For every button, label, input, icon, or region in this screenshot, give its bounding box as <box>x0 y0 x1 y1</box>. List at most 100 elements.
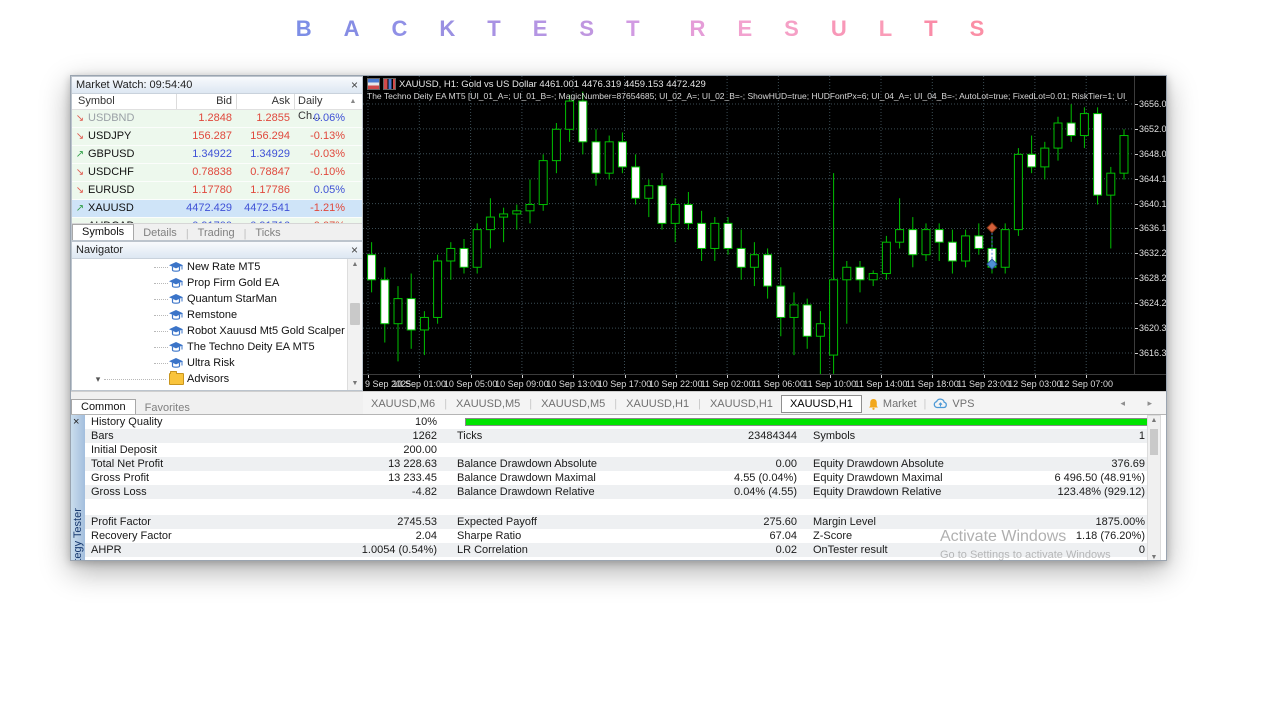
column-ask[interactable]: Ask <box>236 94 294 109</box>
time-label: 10 Sep 01:00 <box>392 379 447 389</box>
tester-value: 2745.53 <box>397 516 437 528</box>
tree-guide <box>154 346 168 348</box>
tester-value: 10% <box>414 416 437 428</box>
navigator-item[interactable]: Prop Firm Gold EA <box>72 275 348 291</box>
market-watch-row[interactable]: ↘ USDCHF 0.78838 0.78847 -0.10% <box>72 164 362 182</box>
tester-value: 0.04% (4.55) <box>734 486 797 498</box>
time-tick <box>368 375 369 378</box>
tester-row[interactable] <box>85 499 1147 515</box>
chart-type-icon[interactable] <box>383 78 396 90</box>
strategy-tester-strip[interactable]: × Strategy Tester <box>71 415 85 560</box>
market-watch-row[interactable]: ↘ USDJPY 156.287 156.294 -0.13% <box>72 128 362 146</box>
price-tick <box>1135 203 1138 205</box>
scroll-spacer <box>348 110 362 127</box>
time-label: 11 Sep 10:00 <box>803 379 857 389</box>
candlestick-chart[interactable] <box>363 76 1134 374</box>
price-tick <box>1135 352 1138 354</box>
scroll-up-icon[interactable]: ▲ <box>348 259 362 271</box>
navigator-item[interactable]: Robot Xauusd Mt5 Gold Scalper <box>72 323 348 339</box>
chart-tab-0[interactable]: XAUUSD,M6 <box>363 396 443 412</box>
time-tick <box>521 375 523 378</box>
tester-row[interactable]: Total Net Profit 13 228.63 Balance Drawdow… <box>85 457 1147 471</box>
scroll-down-icon[interactable]: ▼ <box>348 378 362 390</box>
navigator-item-label: Robot Xauusd Mt5 Gold Scalper <box>187 325 345 337</box>
tester-row-history-quality[interactable]: History Quality 10% <box>85 415 1159 429</box>
tester-label: Balance Drawdown Absolute <box>457 458 598 470</box>
tab-market[interactable]: Market <box>862 398 923 410</box>
tab-favorites[interactable]: Favorites <box>136 401 199 415</box>
tab-details[interactable]: Details <box>134 226 186 240</box>
navigator-item[interactable]: Ultra Risk <box>72 355 348 371</box>
scroll-up-icon[interactable]: ▲ <box>1148 417 1160 424</box>
close-icon[interactable]: × <box>351 79 358 91</box>
mt5-window: Market Watch: 09:54:40 × Symbol Bid Ask … <box>70 75 1167 561</box>
scroll-thumb[interactable] <box>350 303 360 325</box>
chart-tab-2[interactable]: XAUUSD,M5 <box>533 396 613 412</box>
navigator-item[interactable]: The Techno Deity EA MT5 <box>72 339 348 355</box>
chart-tab-4[interactable]: XAUUSD,H1 <box>702 396 781 412</box>
close-icon[interactable]: × <box>73 416 79 428</box>
tab-symbols[interactable]: Symbols <box>72 224 135 240</box>
price-tick <box>1135 128 1138 130</box>
column-symbol[interactable]: Symbol <box>72 94 176 109</box>
title-letter: L <box>878 16 893 41</box>
market-watch-row[interactable]: ↘ USDBND 1.2848 1.2855 0.06% <box>72 110 362 128</box>
chart-tab-1[interactable]: XAUUSD,M5 <box>448 396 528 412</box>
tester-label: Profit Factor <box>91 516 151 528</box>
column-daily-change[interactable]: Daily Ch... <box>294 94 346 122</box>
time-tick <box>983 375 985 378</box>
close-icon[interactable]: × <box>351 244 358 256</box>
price-tick <box>1135 104 1138 105</box>
dom-icon[interactable] <box>367 78 380 90</box>
market-watch-row[interactable]: ↘ EURUSD 1.17780 1.17786 0.05% <box>72 182 362 200</box>
scroll-spacer <box>348 146 362 163</box>
title-letter: S <box>784 16 799 41</box>
price-label: 3636.180 <box>1139 223 1167 234</box>
column-bid[interactable]: Bid <box>176 94 236 109</box>
tab-vps[interactable]: VPS <box>927 398 980 410</box>
chart-tab-5[interactable]: XAUUSD,H1 <box>780 394 862 413</box>
tester-value: 0.00 <box>775 458 797 470</box>
tab-scroll-arrows[interactable]: ◂ ▸ <box>1120 398 1162 409</box>
price-scale[interactable]: 3656.030 3652.060 3648.090 3644.120 3640.150… <box>1134 76 1167 374</box>
navigator-scrollbar[interactable]: ▲ ▼ <box>347 259 362 390</box>
bid-value: 1.2848 <box>198 112 232 124</box>
navigator-item[interactable]: New Rate MT5 <box>72 259 348 275</box>
scroll-up-icon[interactable]: ▲ <box>346 94 360 109</box>
time-tick <box>727 375 729 378</box>
navigator-item[interactable]: Remstone <box>72 307 348 323</box>
chart-area[interactable]: XAUUSD, H1: Gold vs US Dollar 4461.001 4… <box>363 76 1167 392</box>
time-label: 11 Sep 23:00 <box>957 379 1011 389</box>
chart-header: XAUUSD, H1: Gold vs US Dollar 4461.001 4… <box>367 78 706 90</box>
market-tab-label: Market <box>882 397 917 410</box>
trend-down-icon: ↘ <box>75 113 85 124</box>
market-watch-row[interactable]: ↗ GBPUSD 1.34922 1.34929 -0.03% <box>72 146 362 164</box>
tester-row[interactable]: Gross Loss -4.82 Balance Drawdown Relative… <box>85 485 1147 499</box>
tester-row[interactable]: Initial Deposit 200.00 <box>85 443 1147 457</box>
price-label: 3640.150 <box>1139 198 1167 209</box>
navigator-item[interactable]: Quantum StarMan <box>72 291 348 307</box>
daily-change-value: -0.13% <box>310 130 345 142</box>
chevron-down-icon[interactable]: ▾ <box>92 371 104 387</box>
tester-row[interactable]: Gross Profit 13 233.45 Balance Drawdown Ma… <box>85 471 1147 485</box>
tab-common[interactable]: Common <box>71 399 136 415</box>
tester-scrollbar[interactable]: ▲ ▼ <box>1147 415 1161 560</box>
tester-label: History Quality <box>91 416 163 428</box>
tester-value: 376.69 <box>1111 458 1145 470</box>
time-axis[interactable]: 9 Sep 2025 10 Sep 01:00 10 Sep 05:00 10 Sep… <box>363 374 1166 392</box>
scroll-down-icon[interactable]: ▼ <box>1148 554 1160 560</box>
scroll-thumb[interactable] <box>1150 429 1158 455</box>
tab-trading[interactable]: Trading <box>189 226 244 240</box>
title-letter: T <box>924 16 938 41</box>
title-letter: E <box>532 16 548 41</box>
vps-tab-label: VPS <box>952 397 975 410</box>
tab-ticks[interactable]: Ticks <box>246 226 289 240</box>
price-label: 3648.090 <box>1139 148 1167 159</box>
chart-tab-3[interactable]: XAUUSD,H1 <box>618 396 697 412</box>
symbol-name: USDCHF <box>88 166 134 178</box>
tester-row[interactable]: Bars 1262 Ticks 23484344 Symbols 1 <box>85 429 1147 443</box>
price-tick <box>1135 228 1138 230</box>
tester-row[interactable]: Profit Factor 2745.53 Expected Payoff 275.6… <box>85 515 1147 529</box>
market-watch-row[interactable]: ↗ XAUUSD 4472.429 4472.541 -1.21% <box>72 200 362 218</box>
navigator-folder-advisors[interactable]: ▾ Advisors <box>72 371 348 387</box>
